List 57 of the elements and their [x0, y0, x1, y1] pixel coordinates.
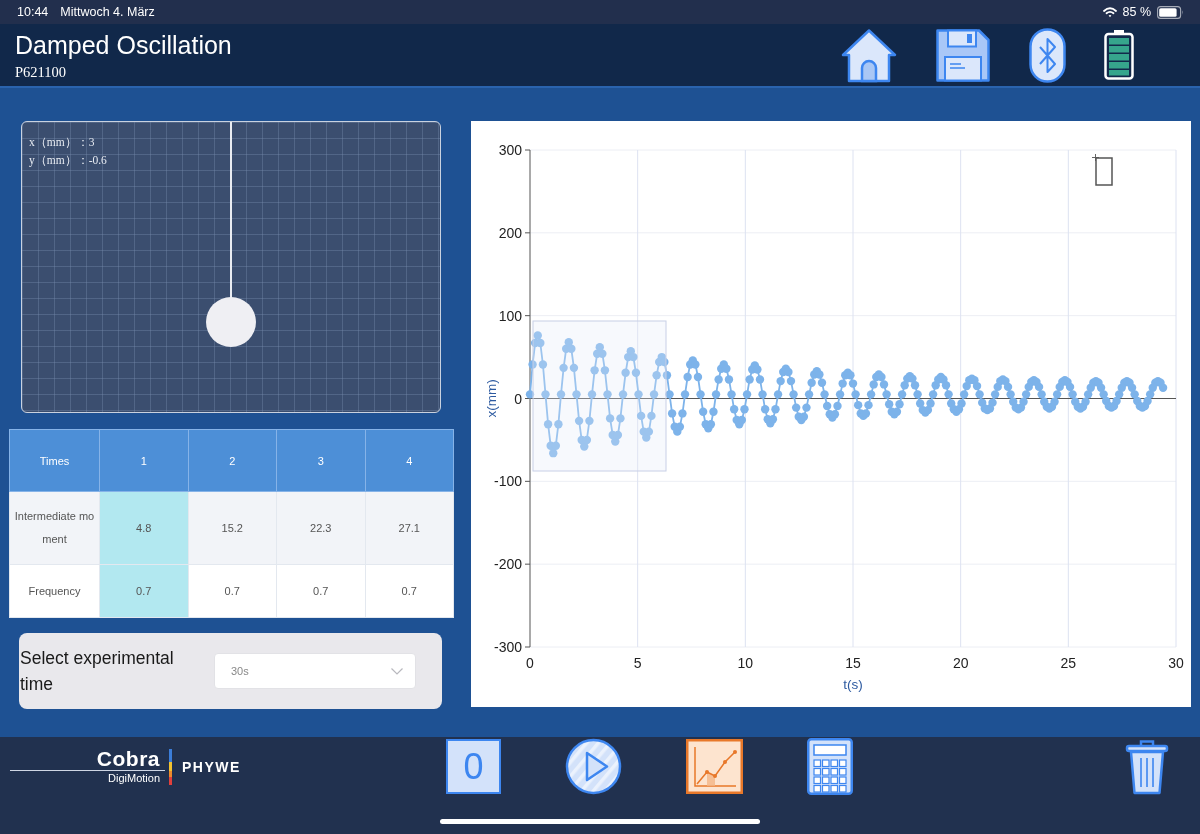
battery-percentage: 85 %: [1122, 5, 1151, 19]
time-dropdown[interactable]: 30s: [214, 653, 416, 689]
logo-wordmark: Cobra: [96, 747, 161, 770]
bluetooth-icon[interactable]: [1029, 27, 1066, 83]
wifi-icon: [1102, 6, 1117, 18]
table-cell: 0.7: [99, 564, 188, 618]
column-header: 3: [276, 429, 365, 492]
y-tick-label: 200: [498, 224, 522, 241]
logo-subtitle: DigiMotion: [108, 770, 161, 786]
table-cell: 0.7: [188, 564, 277, 618]
trash-icon[interactable]: [1124, 738, 1170, 795]
status-date: Mittwoch 4. März: [60, 5, 155, 19]
column-header: 4: [365, 429, 454, 492]
x-tick-label: 15: [845, 655, 861, 671]
row-header: Frequency: [9, 564, 100, 618]
x-tick-label: 20: [952, 655, 969, 671]
calculator-icon[interactable]: [807, 738, 853, 795]
x-tick-label: 10: [737, 655, 754, 671]
table-cell: 4.8: [99, 491, 188, 565]
table-cell: 22.3: [276, 491, 365, 565]
status-time: 10:44: [17, 5, 49, 19]
battery-icon: [1157, 5, 1184, 19]
pendulum-bob: [206, 297, 256, 347]
row-header: Intermediate moment: [9, 491, 100, 565]
column-header: 1: [99, 429, 188, 492]
experiment-code: P621100: [15, 62, 67, 81]
chevron-icon: [391, 667, 403, 675]
position-readout: y（mm）：-0.6: [29, 153, 107, 169]
app-title: Damped Oscillation: [15, 29, 232, 60]
y-axis-title: x(mm): [484, 379, 499, 418]
x-tick-label: 30: [1168, 655, 1184, 671]
table-cell: 15.2: [188, 491, 277, 565]
column-header: Times: [9, 429, 100, 492]
home-icon[interactable]: [841, 27, 897, 83]
x-axis-title: t(s): [843, 677, 863, 692]
color-bar-icon: [169, 748, 172, 785]
table-cell: 0.7: [365, 564, 454, 618]
y-tick-label: 0: [514, 390, 522, 407]
y-tick-label: -300: [493, 639, 522, 655]
position-readout: x（mm）：3: [29, 135, 95, 150]
x-tick-label: 5: [633, 655, 642, 671]
y-tick-label: -200: [493, 556, 522, 573]
select-label: Select experimental time: [20, 647, 175, 696]
brand-name: PHYWE: [182, 758, 241, 775]
y-tick-label: 300: [498, 142, 522, 158]
zero-button[interactable]: 0: [446, 739, 501, 794]
table-cell: 0.7: [276, 564, 365, 618]
rectangle-select-icon[interactable]: [1091, 153, 1113, 186]
x-tick-label: 25: [1060, 655, 1077, 671]
y-tick-label: -100: [493, 473, 522, 490]
table-cell: 27.1: [365, 491, 454, 565]
save-icon[interactable]: [935, 27, 991, 83]
column-header: 2: [188, 429, 277, 492]
x-tick-label: 0: [526, 655, 534, 671]
y-tick-label: 100: [498, 307, 522, 324]
play-icon[interactable]: [565, 738, 622, 795]
device-battery-icon: [1104, 30, 1134, 80]
